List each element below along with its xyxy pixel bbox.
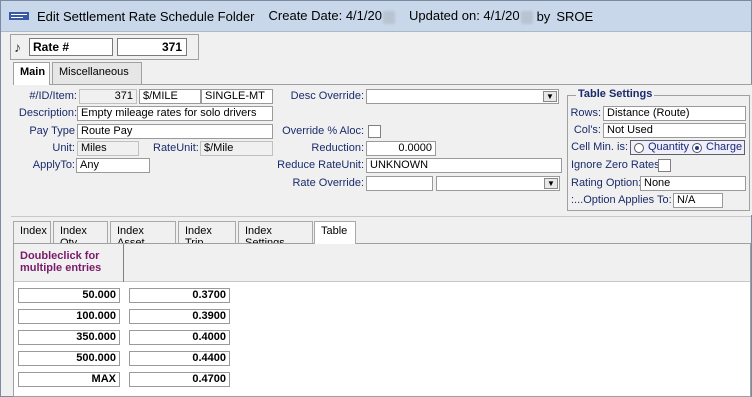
reduction-field[interactable]: 0.0000 xyxy=(366,141,436,156)
tab-miscellaneous[interactable]: Miscellaneous xyxy=(52,62,142,84)
rate-override-select[interactable]: ▼ xyxy=(436,176,560,191)
desc-override-select[interactable]: ▼ xyxy=(366,89,559,104)
rate-override-label: Rate Override: xyxy=(292,177,364,189)
rate-cell[interactable]: 0.4000 xyxy=(129,330,230,345)
music-note-icon[interactable]: ♪ xyxy=(14,39,28,55)
quantity-label: Quantity xyxy=(648,141,689,153)
table-settings-group: Table Settings Rows: Distance (Route) Co… xyxy=(567,88,750,211)
charge-label: Charge xyxy=(706,141,743,153)
rate-cell[interactable]: 0.4400 xyxy=(129,351,230,366)
tab-index-trip[interactable]: Index Trip xyxy=(178,221,236,249)
apply-to-label: ApplyTo: xyxy=(32,159,75,171)
unit-field: Miles xyxy=(77,141,139,156)
rate-table-grid: Doubleclick for multiple entries 50.000 … xyxy=(13,243,751,397)
chevron-down-icon[interactable]: ▼ xyxy=(543,91,557,102)
rate-cell[interactable]: 0.4700 xyxy=(129,372,230,387)
rate-unit-label: RateUnit: xyxy=(153,142,199,154)
pay-type-label: Pay Type xyxy=(29,125,75,137)
cols-field[interactable]: Not Used xyxy=(603,123,746,138)
updated-user: SROE xyxy=(556,8,594,24)
rating-option-label: Rating Option: xyxy=(571,177,642,189)
rows-field[interactable]: Distance (Route) xyxy=(603,106,746,121)
settlement-rate-window: Edit Settlement Rate Schedule Folder Cre… xyxy=(0,0,752,397)
rate-cell[interactable]: 0.3900 xyxy=(129,309,230,324)
tab-table[interactable]: Table xyxy=(314,221,356,244)
option-applies-field[interactable]: N/A xyxy=(673,193,723,208)
reduce-rate-unit-label: Reduce RateUnit: xyxy=(277,159,364,171)
chevron-down-icon[interactable]: ▼ xyxy=(544,178,558,189)
tab-index-qty[interactable]: Index Qty xyxy=(53,221,108,249)
ignore-zero-rates-checkbox[interactable] xyxy=(658,159,671,172)
option-applies-label: :...Option Applies To: xyxy=(571,194,672,206)
by-label: by xyxy=(536,8,551,24)
desc-override-label: Desc Override: xyxy=(290,90,364,102)
quantity-radio[interactable] xyxy=(634,143,644,153)
tab-index-settings[interactable]: Index Settings xyxy=(238,221,313,249)
description-field[interactable]: Empty mileage rates for solo drivers xyxy=(77,106,273,121)
create-date: Create Date: 4/1/20 xyxy=(269,8,395,24)
updated-date: Updated on: 4/1/20 xyxy=(409,8,533,24)
charge-radio[interactable] xyxy=(692,143,702,153)
rate-override-field[interactable] xyxy=(366,176,433,191)
apply-to-field[interactable]: Any xyxy=(76,158,150,173)
id-item-label: #/ID/Item: xyxy=(29,90,77,102)
rate-header: ♪ Rate # 371 xyxy=(10,34,199,60)
row-limit-cell[interactable]: MAX xyxy=(18,372,120,387)
row-limit-cell[interactable]: 50.000 xyxy=(18,288,120,303)
window-title: Edit Settlement Rate Schedule Folder xyxy=(37,8,255,24)
pay-type-field[interactable]: Route Pay xyxy=(77,124,273,139)
cell-min-label: Cell Min. is: xyxy=(571,141,628,153)
rate-cell[interactable]: 0.3700 xyxy=(129,288,230,303)
tab-index-asset[interactable]: Index Asset xyxy=(110,221,176,249)
id-unit-field[interactable]: $/MILE xyxy=(139,89,201,104)
grid-header-divider xyxy=(123,244,124,282)
row-limit-cell[interactable]: 500.000 xyxy=(18,351,120,366)
folder-app-icon xyxy=(9,10,31,22)
tab-main[interactable]: Main xyxy=(13,62,50,85)
table-settings-title: Table Settings xyxy=(576,88,655,100)
row-limit-cell[interactable]: 100.000 xyxy=(18,309,120,324)
reduction-label: Reduction: xyxy=(311,142,364,154)
cell-min-radio-group: Quantity Charge xyxy=(630,140,745,155)
row-limit-cell[interactable]: 350.000 xyxy=(18,330,120,345)
override-aloc-label: Override % Aloc: xyxy=(282,125,364,137)
ignore-zero-rates-label: Ignore Zero Rates xyxy=(571,159,660,171)
title-bar: Edit Settlement Rate Schedule Folder Cre… xyxy=(1,1,751,32)
id-value-field: 371 xyxy=(79,89,137,104)
rate-number-field[interactable]: 371 xyxy=(117,38,187,56)
grid-hint-text: Doubleclick for multiple entries xyxy=(20,250,102,274)
tab-index[interactable]: Index xyxy=(13,221,51,243)
rating-option-field[interactable]: None xyxy=(640,176,746,191)
unit-label: Unit: xyxy=(52,142,75,154)
rate-number-label: Rate # xyxy=(29,38,113,56)
reduce-rate-unit-field[interactable]: UNKNOWN xyxy=(366,158,562,173)
rows-label: Rows: xyxy=(570,107,601,119)
override-aloc-checkbox[interactable] xyxy=(368,125,381,138)
cols-label: Col's: xyxy=(573,124,601,136)
grid-header: Doubleclick for multiple entries xyxy=(14,244,750,282)
description-label: Description: xyxy=(18,107,77,119)
divider xyxy=(11,216,751,217)
